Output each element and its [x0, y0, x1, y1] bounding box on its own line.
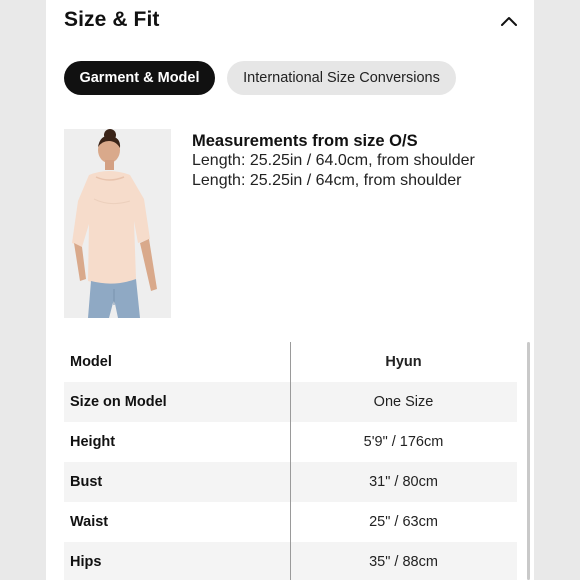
- row-value: One Size: [373, 394, 434, 410]
- row-label: Size on Model: [70, 394, 167, 410]
- row-label: Height: [70, 434, 116, 450]
- column-divider: [290, 342, 291, 580]
- row-value: 31" / 80cm: [369, 474, 438, 490]
- tab-garment-model[interactable]: Garment & Model: [64, 61, 215, 95]
- row-value: 35" / 88cm: [369, 554, 438, 570]
- row-value: 5'9" / 176cm: [363, 434, 444, 450]
- section-title: Size & Fit: [64, 8, 160, 31]
- chevron-up-icon: [501, 17, 517, 26]
- product-image: [64, 129, 171, 318]
- row-value: Hyun: [385, 354, 422, 370]
- tab-international-size-conversions[interactable]: International Size Conversions: [227, 61, 456, 95]
- collapse-button[interactable]: [498, 10, 520, 32]
- row-label: Hips: [70, 554, 102, 570]
- size-fit-panel: Size & Fit Garment & Model International…: [46, 0, 534, 580]
- row-value: 25" / 63cm: [369, 514, 438, 530]
- row-label: Bust: [70, 474, 103, 490]
- model-photo: [64, 129, 171, 318]
- measurements-block: Measurements from size O/S Length: 25.25…: [192, 131, 522, 191]
- size-fit-header: Size & Fit: [64, 8, 520, 36]
- row-label: Waist: [70, 514, 109, 530]
- table-scrollbar[interactable]: [527, 342, 530, 580]
- measurements-title: Measurements from size O/S: [192, 132, 418, 150]
- measurement-line: Length: 25.25in / 64cm, from shoulder: [192, 172, 462, 189]
- measurement-line: Length: 25.25in / 64.0cm, from shoulder: [192, 152, 475, 169]
- row-label: Model: [70, 354, 112, 370]
